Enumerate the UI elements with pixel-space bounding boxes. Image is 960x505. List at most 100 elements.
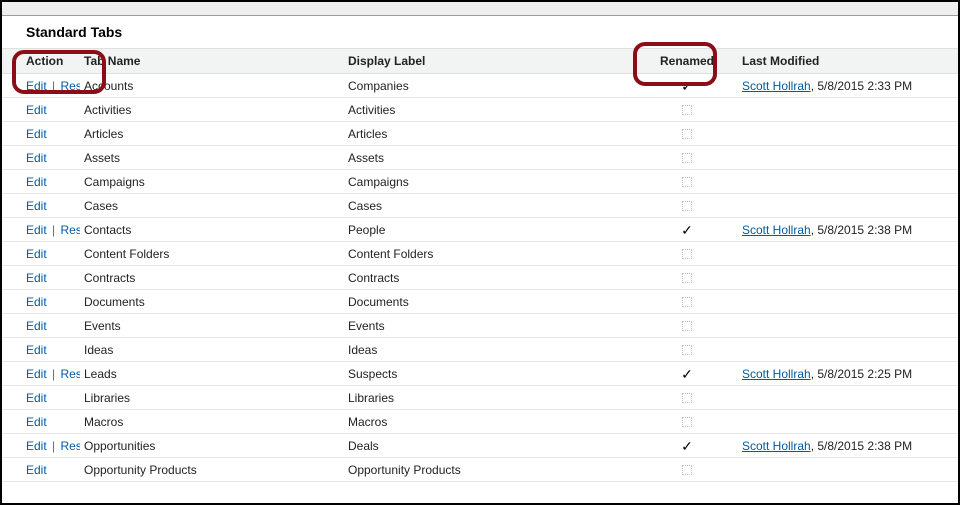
action-separator: | xyxy=(47,79,61,93)
unchecked-icon xyxy=(682,417,692,427)
reset-link[interactable]: Reset xyxy=(60,439,80,453)
modified-at-text: , 5/8/2015 2:38 PM xyxy=(811,439,912,453)
last-modified-cell xyxy=(738,122,958,146)
action-cell: Edit | Reset xyxy=(2,434,80,458)
action-cell: Edit xyxy=(2,98,80,122)
edit-link[interactable]: Edit xyxy=(26,271,47,285)
display-label-cell: Events xyxy=(344,314,636,338)
unchecked-icon xyxy=(682,345,692,355)
display-label-cell: Contracts xyxy=(344,266,636,290)
display-label-cell: Libraries xyxy=(344,386,636,410)
renamed-cell: ✓ xyxy=(636,74,738,98)
modified-at-text: , 5/8/2015 2:33 PM xyxy=(811,79,912,93)
reset-link[interactable]: Reset xyxy=(60,223,80,237)
edit-link[interactable]: Edit xyxy=(26,319,47,333)
edit-link[interactable]: Edit xyxy=(26,295,47,309)
checkmark-icon: ✓ xyxy=(681,79,693,93)
display-label-cell: Ideas xyxy=(344,338,636,362)
edit-link[interactable]: Edit xyxy=(26,175,47,189)
renamed-cell xyxy=(636,170,738,194)
tab-name-cell: Libraries xyxy=(80,386,344,410)
last-modified-cell: Scott Hollrah, 5/8/2015 2:38 PM xyxy=(738,218,958,242)
table-row: Edit LibrariesLibraries xyxy=(2,386,958,410)
unchecked-icon xyxy=(682,297,692,307)
table-row: Edit EventsEvents xyxy=(2,314,958,338)
edit-link[interactable]: Edit xyxy=(26,367,47,381)
tab-name-cell: Documents xyxy=(80,290,344,314)
col-header-display-label: Display Label xyxy=(344,49,636,74)
edit-link[interactable]: Edit xyxy=(26,199,47,213)
display-label-cell: Content Folders xyxy=(344,242,636,266)
table-row: Edit IdeasIdeas xyxy=(2,338,958,362)
action-cell: Edit xyxy=(2,122,80,146)
modified-by-link[interactable]: Scott Hollrah xyxy=(742,367,811,381)
table-row: Edit Content FoldersContent Folders xyxy=(2,242,958,266)
edit-link[interactable]: Edit xyxy=(26,223,47,237)
modified-by-link[interactable]: Scott Hollrah xyxy=(742,79,811,93)
tab-name-cell: Campaigns xyxy=(80,170,344,194)
display-label-cell: Assets xyxy=(344,146,636,170)
unchecked-icon xyxy=(682,249,692,259)
unchecked-icon xyxy=(682,321,692,331)
edit-link[interactable]: Edit xyxy=(26,103,47,117)
tab-name-cell: Contracts xyxy=(80,266,344,290)
tab-name-cell: Assets xyxy=(80,146,344,170)
last-modified-cell xyxy=(738,386,958,410)
tab-name-cell: Contacts xyxy=(80,218,344,242)
edit-link[interactable]: Edit xyxy=(26,127,47,141)
renamed-cell: ✓ xyxy=(636,362,738,386)
modified-by-link[interactable]: Scott Hollrah xyxy=(742,223,811,237)
display-label-cell: Companies xyxy=(344,74,636,98)
reset-link[interactable]: Reset xyxy=(60,367,80,381)
reset-link[interactable]: Reset xyxy=(60,79,80,93)
renamed-cell xyxy=(636,386,738,410)
edit-link[interactable]: Edit xyxy=(26,415,47,429)
edit-link[interactable]: Edit xyxy=(26,151,47,165)
table-row: EditActivitiesActivities xyxy=(2,98,958,122)
edit-link[interactable]: Edit xyxy=(26,247,47,261)
unchecked-icon xyxy=(682,465,692,475)
last-modified-cell xyxy=(738,266,958,290)
last-modified-cell xyxy=(738,170,958,194)
tab-name-cell: Opportunity Products xyxy=(80,458,344,482)
table-row: Edit ContractsContracts xyxy=(2,266,958,290)
edit-link[interactable]: Edit xyxy=(26,463,47,477)
display-label-cell: Documents xyxy=(344,290,636,314)
renamed-cell xyxy=(636,122,738,146)
modified-at-text: , 5/8/2015 2:25 PM xyxy=(811,367,912,381)
unchecked-icon xyxy=(682,177,692,187)
display-label-cell: Activities xyxy=(344,98,636,122)
edit-link[interactable]: Edit xyxy=(26,439,47,453)
action-cell: Edit | Reset xyxy=(2,74,80,98)
col-header-tab-name: Tab Name xyxy=(80,49,344,74)
action-cell: Edit xyxy=(2,290,80,314)
tab-name-cell: Events xyxy=(80,314,344,338)
col-header-renamed: Renamed xyxy=(636,49,738,74)
table-row: Edit | ResetAccountsCompanies ✓ Scott Holl… xyxy=(2,74,958,98)
tab-name-cell: Articles xyxy=(80,122,344,146)
display-label-cell: Deals xyxy=(344,434,636,458)
display-label-cell: Campaigns xyxy=(344,170,636,194)
checkmark-icon: ✓ xyxy=(681,367,693,381)
unchecked-icon xyxy=(682,129,692,139)
action-cell: Edit xyxy=(2,410,80,434)
edit-link[interactable]: Edit xyxy=(26,391,47,405)
display-label-cell: Cases xyxy=(344,194,636,218)
edit-link[interactable]: Edit xyxy=(26,79,47,93)
modified-by-link[interactable]: Scott Hollrah xyxy=(742,439,811,453)
tab-name-cell: Leads xyxy=(80,362,344,386)
edit-link[interactable]: Edit xyxy=(26,343,47,357)
tab-name-cell: Content Folders xyxy=(80,242,344,266)
renamed-cell: ✓ xyxy=(636,218,738,242)
last-modified-cell xyxy=(738,458,958,482)
tab-name-cell: Ideas xyxy=(80,338,344,362)
table-row: Edit | ResetOpportunitiesDeals✓Scott Hol… xyxy=(2,434,958,458)
unchecked-icon xyxy=(682,273,692,283)
tab-name-cell: Opportunities xyxy=(80,434,344,458)
action-cell: Edit xyxy=(2,194,80,218)
action-cell: Edit xyxy=(2,314,80,338)
display-label-cell: People xyxy=(344,218,636,242)
last-modified-cell xyxy=(738,290,958,314)
renamed-cell xyxy=(636,458,738,482)
tab-name-cell: Accounts xyxy=(80,74,344,98)
